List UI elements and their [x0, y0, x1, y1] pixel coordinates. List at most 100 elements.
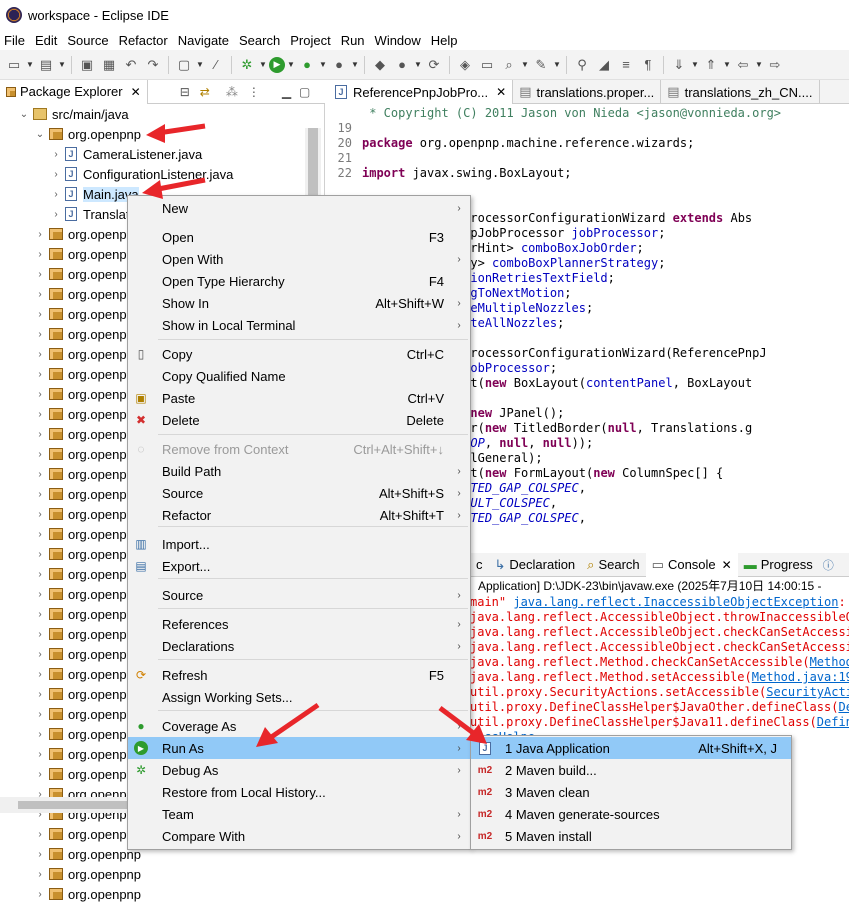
chevron-right-icon[interactable]: ›: [34, 669, 46, 680]
run-dropdown-icon[interactable]: ▼: [287, 60, 295, 69]
menu-item-team[interactable]: Team ›: [128, 803, 470, 825]
tree-package-expanded[interactable]: ⌄ org.openpnp: [0, 124, 322, 144]
console-link[interactable]: SecurityActi: [766, 685, 849, 699]
chevron-right-icon[interactable]: ›: [34, 509, 46, 520]
tab-translations-zh-cn[interactable]: ▤ translations_zh_CN....: [661, 80, 820, 104]
tree-package-collapsed[interactable]: › org.openpnp: [0, 884, 322, 904]
submenu-item-4-maven-generate-sources[interactable]: m2 4 Maven generate-sources: [471, 803, 791, 825]
menu-item-references[interactable]: References ›: [128, 613, 470, 635]
menu-item-open[interactable]: Open F3: [128, 226, 470, 248]
prev-annotation-dropdown-icon[interactable]: ▼: [723, 60, 731, 69]
close-icon[interactable]: ✕: [131, 85, 141, 99]
save-icon[interactable]: ▣: [77, 55, 97, 75]
menu-item-debug-as[interactable]: ✲ Debug As ›: [128, 759, 470, 781]
chevron-right-icon[interactable]: ›: [34, 749, 46, 760]
search-icon[interactable]: ⌕: [499, 55, 519, 75]
chevron-right-icon[interactable]: ›: [34, 249, 46, 260]
menu-item-paste[interactable]: ▣ Paste Ctrl+V: [128, 387, 470, 409]
chevron-right-icon[interactable]: ›: [50, 169, 62, 180]
chevron-right-icon[interactable]: ›: [34, 769, 46, 780]
pin-icon[interactable]: ⚲: [572, 55, 592, 75]
annotation-icon[interactable]: ✎: [531, 55, 551, 75]
open-type-icon[interactable]: ◈: [455, 55, 475, 75]
chevron-right-icon[interactable]: ›: [34, 529, 46, 540]
console-link[interactable]: Method: [810, 655, 849, 669]
terminal-dropdown-icon[interactable]: ▼: [196, 60, 204, 69]
save-all-icon[interactable]: ▦: [99, 55, 119, 75]
new-class-icon[interactable]: ●: [392, 55, 412, 75]
chevron-right-icon[interactable]: ›: [34, 729, 46, 740]
minimize-icon[interactable]: ▁: [282, 85, 291, 99]
menu-item-source[interactable]: Source Alt+Shift+S ›: [128, 482, 470, 504]
toggle-mark-icon[interactable]: ◢: [594, 55, 614, 75]
tab-console[interactable]: ▭ Console ✕: [645, 552, 738, 577]
menu-item-coverage-as[interactable]: ● Coverage As ›: [128, 715, 470, 737]
tab-progress[interactable]: ▬ Progress: [738, 553, 819, 577]
chevron-right-icon[interactable]: ›: [50, 189, 62, 200]
menu-item-compare-with[interactable]: Compare With ›: [128, 825, 470, 847]
external-tools-dropdown-icon[interactable]: ▼: [351, 60, 359, 69]
chevron-right-icon[interactable]: ›: [34, 229, 46, 240]
menu-item-open-with[interactable]: Open With ›: [128, 248, 470, 270]
menu-item-delete[interactable]: ✖ Delete Delete: [128, 409, 470, 431]
menu-item-show-in-local-terminal[interactable]: Show in Local Terminal ›: [128, 314, 470, 336]
redo-icon[interactable]: ↷: [143, 55, 163, 75]
chevron-right-icon[interactable]: ›: [34, 469, 46, 480]
menu-item-copy-qualified-name[interactable]: Copy Qualified Name: [128, 365, 470, 387]
tree-file-cameralistener[interactable]: › J CameraListener.java: [0, 144, 322, 164]
menu-source[interactable]: Source: [63, 33, 114, 48]
menu-navigate[interactable]: Navigate: [174, 33, 235, 48]
tab-referencepnpjobprocessor[interactable]: J ReferencePnpJobPro... ✕: [326, 80, 514, 104]
annotation-dropdown-icon[interactable]: ▼: [553, 60, 561, 69]
chevron-right-icon[interactable]: ›: [34, 629, 46, 640]
menu-item-remove-from-context[interactable]: ◌ Remove from Context Ctrl+Alt+Shift+↓: [128, 438, 470, 460]
chevron-right-icon[interactable]: ›: [34, 709, 46, 720]
menu-item-copy[interactable]: ▯ Copy Ctrl+C: [128, 343, 470, 365]
chevron-right-icon[interactable]: ›: [34, 329, 46, 340]
debug-icon[interactable]: ✲: [237, 55, 257, 75]
search-dropdown-icon[interactable]: ▼: [521, 60, 529, 69]
scrollbar-thumb[interactable]: [308, 128, 318, 200]
menu-item-assign-working-sets[interactable]: Assign Working Sets...: [128, 686, 470, 708]
terminal-icon[interactable]: ▢: [174, 55, 194, 75]
menu-item-import[interactable]: ▥ Import...: [128, 533, 470, 555]
new-dropdown-icon[interactable]: ▼: [26, 60, 34, 69]
chevron-right-icon[interactable]: ›: [34, 289, 46, 300]
menu-project[interactable]: Project: [286, 33, 336, 48]
submenu-item-2-maven-build[interactable]: m2 2 Maven build...: [471, 759, 791, 781]
chevron-right-icon[interactable]: ›: [34, 409, 46, 420]
chevron-right-icon[interactable]: ›: [34, 829, 46, 840]
menu-item-open-type-hierarchy[interactable]: Open Type Hierarchy F4: [128, 270, 470, 292]
menu-edit[interactable]: Edit: [31, 33, 63, 48]
console-link[interactable]: De: [838, 700, 849, 714]
chevron-right-icon[interactable]: ›: [34, 449, 46, 460]
menu-item-show-in[interactable]: Show In Alt+Shift+W ›: [128, 292, 470, 314]
chevron-right-icon[interactable]: ›: [34, 569, 46, 580]
chevron-right-icon[interactable]: ›: [34, 489, 46, 500]
submenu-item-1-java-application[interactable]: J 1 Java Application Alt+Shift+X, J: [471, 737, 791, 759]
close-icon[interactable]: ✕: [722, 558, 732, 572]
tree-src-folder[interactable]: ⌄ src/main/java: [0, 104, 322, 124]
chevron-right-icon[interactable]: ›: [50, 149, 62, 160]
coverage-dropdown-icon[interactable]: ▼: [319, 60, 327, 69]
tab-declaration[interactable]: ↳ Declaration: [489, 553, 582, 577]
chevron-right-icon[interactable]: ›: [34, 849, 46, 860]
menu-item-source[interactable]: Source ›: [128, 584, 470, 606]
chevron-right-icon[interactable]: ›: [34, 609, 46, 620]
chevron-right-icon[interactable]: ›: [34, 389, 46, 400]
menu-window[interactable]: Window: [371, 33, 427, 48]
word-wrap-icon[interactable]: ≡: [616, 55, 636, 75]
console-link[interactable]: Method.java:19: [752, 670, 849, 684]
close-icon[interactable]: ✕: [496, 85, 506, 99]
maximize-icon[interactable]: ▢: [299, 85, 310, 99]
submenu-item-5-maven-install[interactable]: m2 5 Maven install: [471, 825, 791, 847]
console-link[interactable]: java.lang.reflect.InaccessibleObjectExce…: [513, 595, 838, 609]
menu-item-declarations[interactable]: Declarations ›: [128, 635, 470, 657]
chevron-right-icon[interactable]: ›: [34, 549, 46, 560]
chevron-right-icon[interactable]: ›: [34, 869, 46, 880]
next-annotation-icon[interactable]: ⇓: [669, 55, 689, 75]
skip-breakpoints-icon[interactable]: ⁄: [206, 55, 226, 75]
show-whitespace-icon[interactable]: ¶: [638, 55, 658, 75]
refresh-icon[interactable]: ⟳: [424, 55, 444, 75]
menu-item-run-as[interactable]: ▶ Run As ›: [128, 737, 470, 759]
